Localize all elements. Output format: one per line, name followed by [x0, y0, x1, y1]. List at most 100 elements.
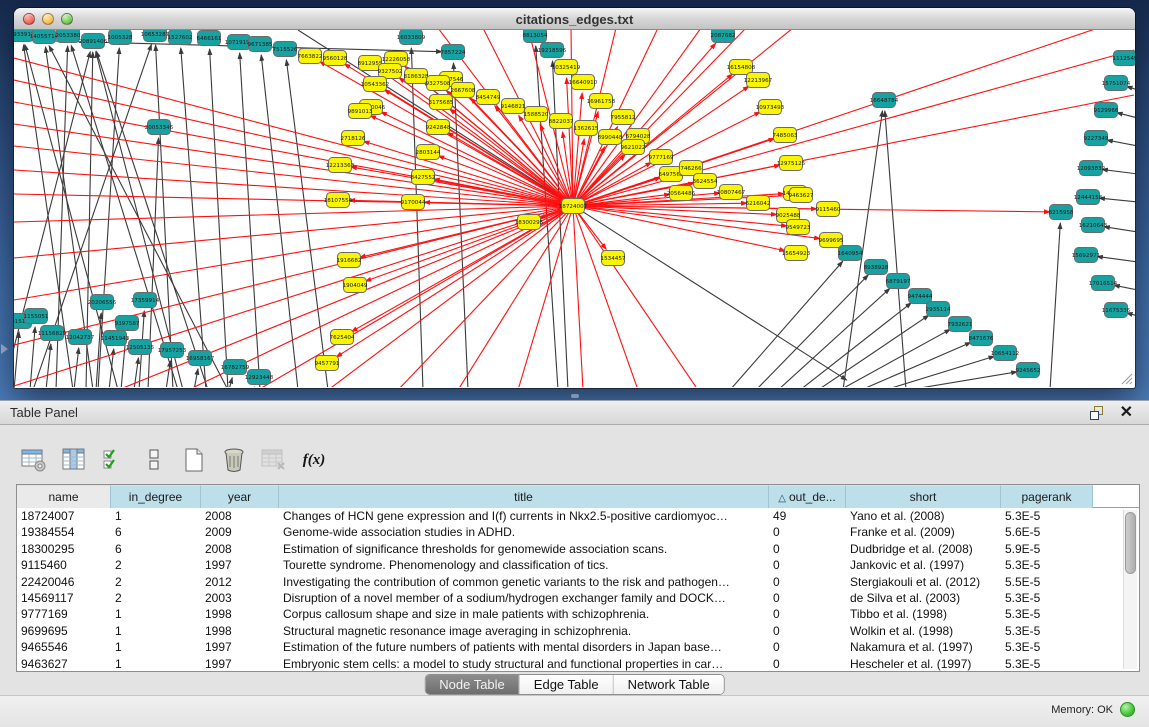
delete-column-button[interactable]: [220, 446, 248, 474]
graph-edge[interactable]: [908, 372, 1017, 387]
column-header-short[interactable]: short: [846, 485, 1001, 508]
graph-edge[interactable]: [166, 361, 170, 387]
column-header-pagerank[interactable]: pagerank: [1001, 485, 1093, 508]
table-row[interactable]: 977716911998Corpus callosum shape and si…: [17, 606, 1122, 622]
create-column-button[interactable]: [180, 446, 208, 474]
graph-edge[interactable]: [573, 206, 583, 387]
table-row[interactable]: 1456911722003Disruption of a novel membe…: [17, 590, 1122, 606]
column-header-in_degree[interactable]: in_degree: [111, 485, 201, 508]
graph-node-label: 2718126: [341, 136, 366, 142]
graph-edge[interactable]: [14, 332, 19, 387]
cell-year: 1997: [201, 656, 279, 671]
column-header-year[interactable]: year: [201, 485, 279, 508]
network-canvas[interactable]: 7663822956012889129551222605893275028186…: [14, 30, 1135, 387]
graph-edge[interactable]: [885, 356, 994, 387]
table-row[interactable]: 911546021997Tourette syndrome. Phenomeno…: [17, 557, 1122, 573]
tab-node-table[interactable]: Node Table: [425, 675, 520, 694]
network-graph[interactable]: 7663822956012889129551222605893275028186…: [14, 30, 1135, 387]
cell-pagerank: 5.5E-5: [1001, 574, 1093, 590]
tab-network-table[interactable]: Network Table: [614, 675, 724, 694]
table-settings-button[interactable]: [20, 446, 48, 474]
graph-edge[interactable]: [573, 206, 785, 251]
graph-edge[interactable]: [30, 327, 35, 387]
cell-name: 18300295: [17, 541, 111, 557]
graph-edge[interactable]: [573, 206, 698, 387]
graph-node-label: 9242848: [426, 125, 451, 131]
graph-edge[interactable]: [1107, 140, 1135, 146]
graph-node-label: 9397587: [115, 321, 140, 327]
graph-edge[interactable]: [573, 30, 793, 206]
cell-in_degree: 2: [111, 574, 201, 590]
graph-edge[interactable]: [1117, 113, 1135, 118]
graph-edge[interactable]: [573, 30, 746, 206]
graph-edge[interactable]: [573, 50, 1134, 206]
row-height-button[interactable]: [140, 446, 168, 474]
graph-node-label: 8822037: [549, 119, 574, 125]
select-columns-button[interactable]: [60, 446, 88, 474]
graph-edge[interactable]: [14, 206, 573, 345]
select-rows-button[interactable]: [100, 446, 128, 474]
graph-node-label: 16210643: [1079, 223, 1108, 229]
graph-edge[interactable]: [1097, 256, 1135, 262]
table-toolbar: f(x): [20, 444, 328, 476]
graph-edge[interactable]: [730, 261, 843, 387]
graph-edge[interactable]: [885, 111, 906, 387]
close-panel-icon[interactable]: ✕: [1120, 403, 1133, 423]
function-builder-button[interactable]: f(x): [300, 446, 328, 474]
cell-title: Tourette syndrome. Phenomenology and cla…: [279, 557, 769, 573]
memory-status-indicator[interactable]: [1120, 702, 1135, 717]
table-body: 1872400712008Changes of HCN gene express…: [17, 508, 1122, 671]
float-panel-icon[interactable]: [1090, 406, 1105, 420]
column-header-out_de[interactable]: △out_de...: [769, 485, 846, 508]
window-resize-grip[interactable]: [1120, 372, 1133, 385]
select-columns-icon: [61, 447, 87, 473]
graph-edge[interactable]: [229, 378, 232, 387]
table-row[interactable]: 1872400712008Changes of HCN gene express…: [17, 508, 1122, 524]
table-scrollbar[interactable]: [1123, 510, 1137, 669]
split-pane-handle[interactable]: [571, 394, 579, 398]
delete-table-button[interactable]: [260, 446, 288, 474]
graph-edge[interactable]: [14, 146, 573, 206]
graph-edge[interactable]: [800, 303, 911, 387]
cell-year: 1997: [201, 557, 279, 573]
cell-pagerank: 5.6E-5: [1001, 524, 1093, 540]
tab-edge-table[interactable]: Edge Table: [520, 675, 614, 694]
column-header-title[interactable]: title: [279, 485, 769, 508]
graph-node-label: 9327508: [426, 81, 451, 87]
graph-edge[interactable]: [74, 348, 79, 387]
table-panel-title: Table Panel: [10, 405, 78, 420]
graph-node-label: 9146821: [501, 104, 526, 110]
cell-year: 2009: [201, 524, 279, 540]
table-row[interactable]: 1938455462009Genome-wide association stu…: [17, 524, 1122, 540]
graph-node-label: 15692971: [1072, 253, 1101, 259]
window-titlebar[interactable]: citations_edges.txt: [14, 8, 1135, 30]
graph-node-label: 1005328: [108, 35, 133, 41]
graph-edge[interactable]: [1099, 198, 1135, 202]
graph-edge[interactable]: [1104, 227, 1135, 232]
table-row[interactable]: 1830029562008Estimation of significance …: [17, 541, 1122, 557]
graph-edge[interactable]: [1050, 223, 1060, 387]
graph-edge[interactable]: [188, 206, 573, 387]
table-row[interactable]: 969969511998Structural magnetic resonanc…: [17, 623, 1122, 639]
cell-out_de: 49: [769, 508, 846, 524]
graph-node-label: 12213967: [744, 78, 773, 84]
column-header-name[interactable]: name: [17, 485, 111, 508]
table-row[interactable]: 946362711997Embryonic stem cells: a mode…: [17, 656, 1122, 671]
panel-collapse-arrow-icon[interactable]: [1, 344, 8, 354]
table-scrollbar-thumb[interactable]: [1125, 512, 1136, 574]
graph-node-label: 1588520: [524, 112, 549, 118]
graph-edge[interactable]: [818, 315, 929, 387]
graph-node-label: 10325419: [552, 65, 581, 71]
graph-node-label: 1640954: [838, 251, 863, 257]
graph-edge[interactable]: [398, 206, 573, 387]
graph-edge[interactable]: [1102, 169, 1135, 174]
graph-node-label: 8813054: [523, 33, 548, 39]
graph-edge[interactable]: [210, 49, 228, 387]
table-row[interactable]: 946554611997Estimation of the future num…: [17, 639, 1122, 655]
table-row[interactable]: 2242004622012Investigating the contribut…: [17, 574, 1122, 590]
graph-edge[interactable]: [573, 206, 638, 387]
graph-edge[interactable]: [194, 369, 198, 387]
row-height-icon: [148, 448, 160, 472]
graph-edge[interactable]: [328, 206, 573, 387]
cell-pagerank: 5.3E-5: [1001, 590, 1093, 606]
